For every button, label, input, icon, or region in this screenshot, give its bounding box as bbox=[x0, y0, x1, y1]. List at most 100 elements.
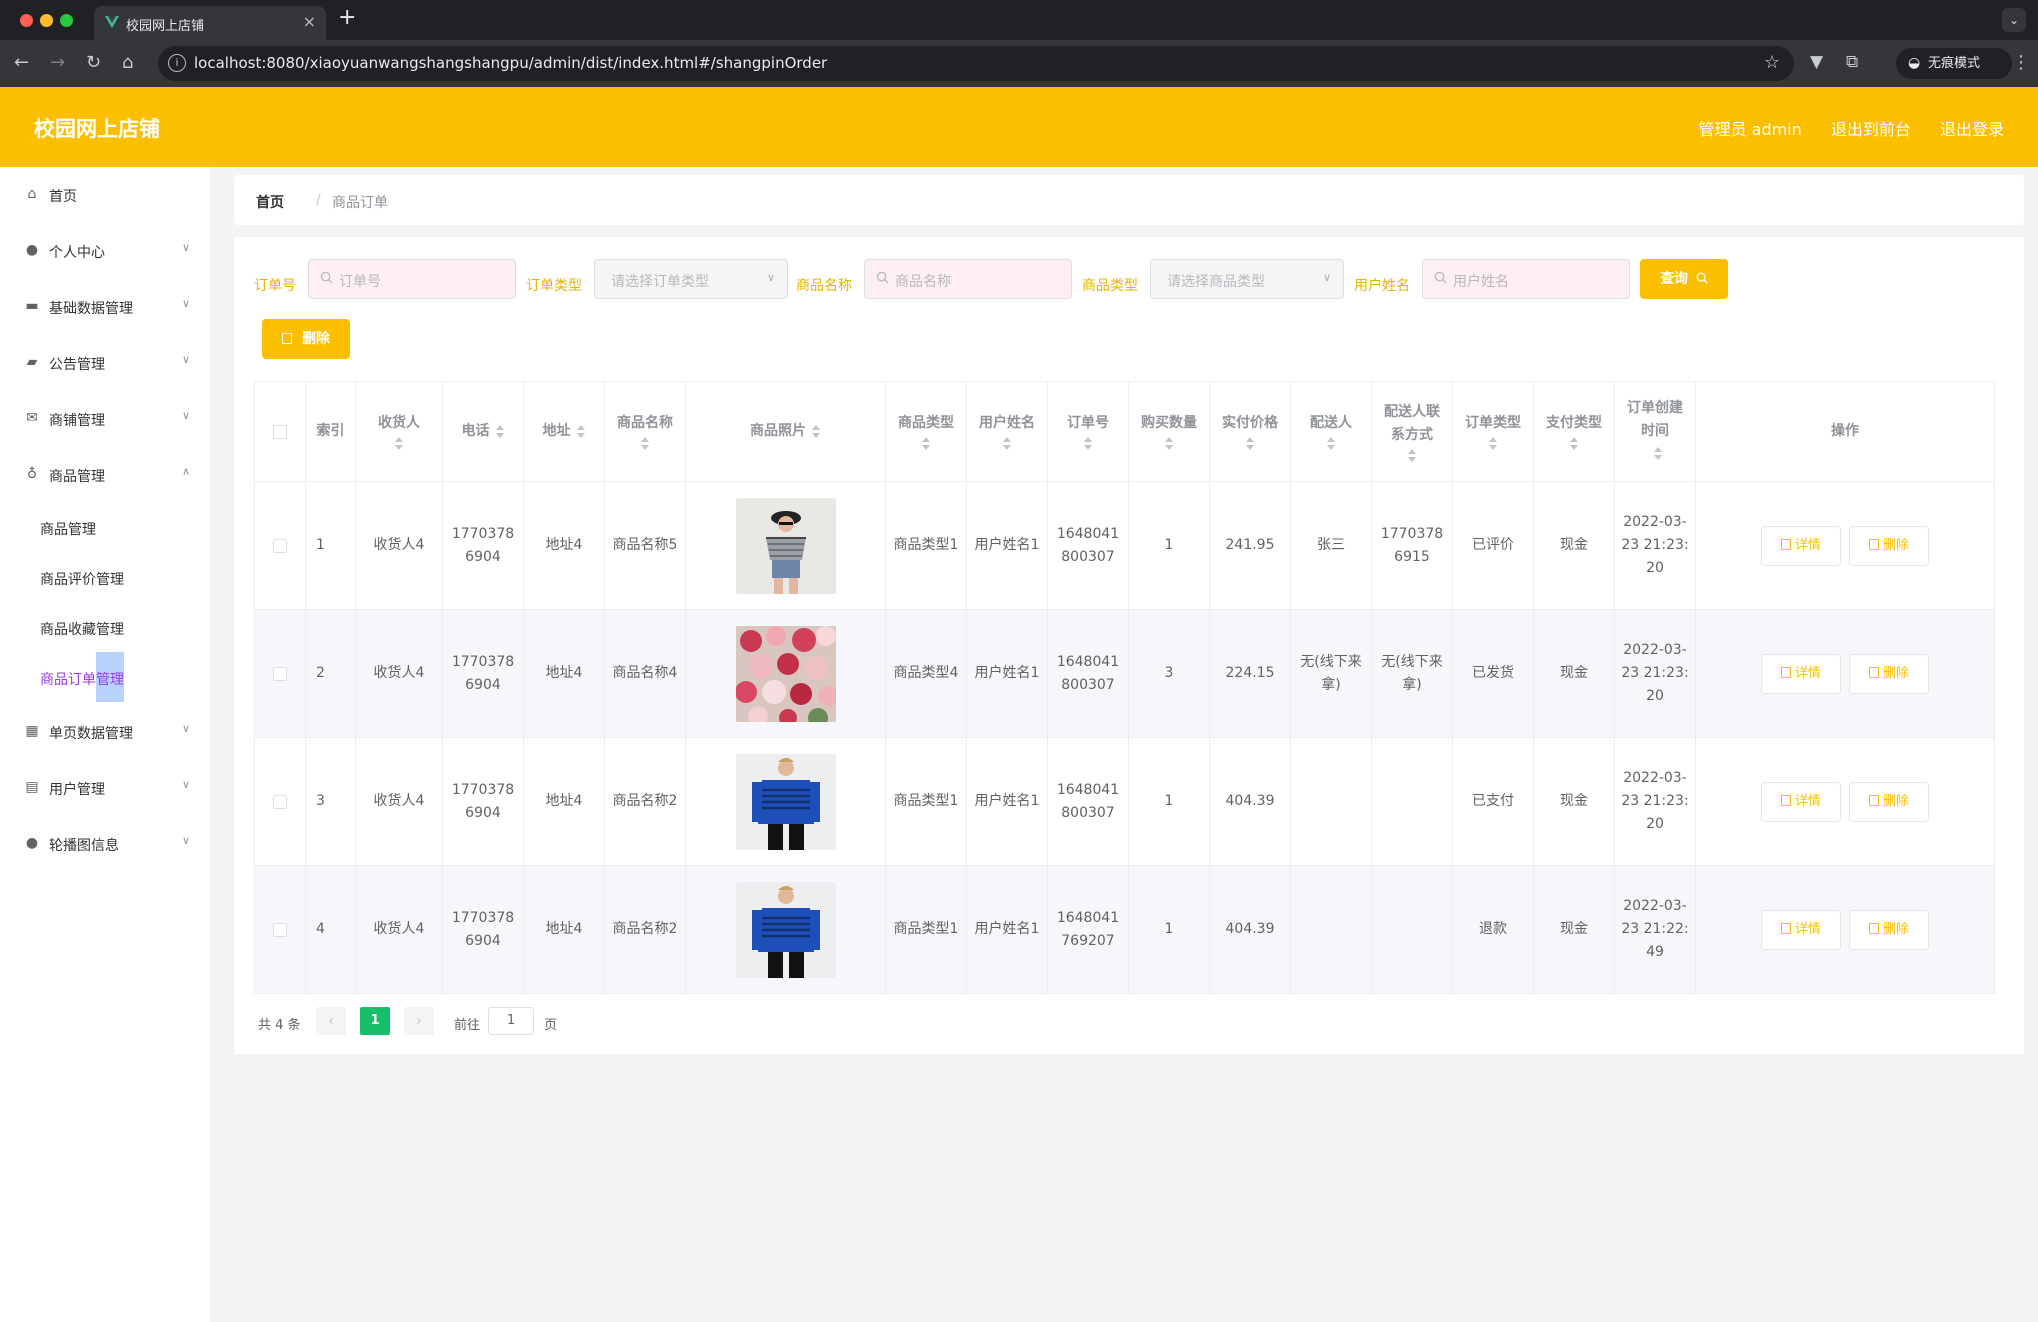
breadcrumb-home[interactable]: 首页 bbox=[256, 192, 284, 212]
current-page-button[interactable]: 1 bbox=[360, 1007, 390, 1035]
sort-icon[interactable] bbox=[921, 437, 931, 451]
sort-icon[interactable] bbox=[1002, 437, 1012, 451]
delete-button[interactable]: 删除 bbox=[1849, 909, 1929, 950]
delete-button[interactable]: 删除 bbox=[1849, 525, 1929, 566]
front-page-link[interactable]: 退出到前台 bbox=[1831, 120, 1911, 139]
bookmark-star-icon[interactable]: ☆ bbox=[1764, 52, 1780, 73]
puzzle-icon[interactable]: ⧉ bbox=[1846, 52, 1858, 72]
header-order-no[interactable]: 订单号 bbox=[1048, 382, 1129, 482]
sort-icon[interactable] bbox=[640, 437, 650, 451]
incognito-badge[interactable]: ◒ 无痕模式 bbox=[1896, 48, 2012, 79]
header-courier-phone[interactable]: 配送人联系方式 bbox=[1372, 382, 1453, 482]
maximize-window-button[interactable] bbox=[60, 14, 73, 27]
cell-value: 2 bbox=[316, 665, 325, 681]
site-info-icon[interactable]: i bbox=[168, 54, 186, 72]
sidebar-subitem-favorite[interactable]: 商品收藏管理 bbox=[0, 603, 210, 653]
cell-order-no: 1648041800307 bbox=[1048, 610, 1129, 738]
forward-icon[interactable]: → bbox=[50, 52, 65, 73]
sidebar-item-notice[interactable]: ▰ 公告管理 ∨ bbox=[0, 335, 210, 391]
detail-button[interactable]: 详情 bbox=[1761, 909, 1841, 950]
sort-icon[interactable] bbox=[812, 424, 821, 439]
order-type-select[interactable]: 请选择订单类型 ∨ bbox=[594, 259, 788, 299]
sort-icon[interactable] bbox=[1488, 437, 1498, 451]
delete-button[interactable]: 删除 bbox=[1849, 653, 1929, 694]
header-photo[interactable]: 商品照片 bbox=[686, 382, 886, 482]
product-name-input[interactable]: 商品名称 bbox=[864, 259, 1072, 299]
sort-icon[interactable] bbox=[1407, 448, 1417, 463]
row-checkbox[interactable] bbox=[273, 538, 287, 553]
sort-icon[interactable] bbox=[495, 424, 505, 439]
header-pay-type[interactable]: 支付类型 bbox=[1534, 382, 1615, 482]
header-order-type[interactable]: 订单类型 bbox=[1453, 382, 1534, 482]
detail-button[interactable]: 详情 bbox=[1761, 781, 1841, 822]
sidebar-item-product[interactable]: ♁ 商品管理 ∧ bbox=[0, 447, 210, 503]
sort-icon[interactable] bbox=[1083, 437, 1093, 451]
close-window-button[interactable] bbox=[20, 14, 33, 27]
sidebar-subitem-product[interactable]: 商品管理 bbox=[0, 503, 210, 553]
row-checkbox[interactable] bbox=[273, 666, 287, 681]
sidebar-item-users[interactable]: ▤ 用户管理 ∨ bbox=[0, 760, 210, 816]
address-bar[interactable]: i localhost:8080/xiaoyuanwangshangshangp… bbox=[158, 46, 1794, 81]
delete-button[interactable]: 删除 bbox=[1849, 781, 1929, 822]
user-name-input[interactable]: 用户姓名 bbox=[1422, 259, 1630, 299]
detail-button[interactable]: 详情 bbox=[1761, 653, 1841, 694]
sidebar-item-home[interactable]: ⌂ 首页 bbox=[0, 167, 210, 223]
sidebar-item-single-page[interactable]: ▦ 单页数据管理 ∨ bbox=[0, 704, 210, 760]
reload-icon[interactable]: ↻ bbox=[86, 52, 101, 73]
detail-button[interactable]: 详情 bbox=[1761, 525, 1841, 566]
browser-menu-icon[interactable]: ⋮ bbox=[2012, 52, 2030, 73]
row-select-cell[interactable] bbox=[255, 610, 306, 738]
row-select-cell[interactable] bbox=[255, 738, 306, 866]
header-address[interactable]: 地址 bbox=[524, 382, 605, 482]
header-receiver[interactable]: 收货人 bbox=[356, 382, 443, 482]
sort-icon[interactable] bbox=[1653, 447, 1663, 461]
sidebar-item-profile[interactable]: ● 个人中心 ∨ bbox=[0, 223, 210, 279]
row-checkbox[interactable] bbox=[273, 794, 287, 809]
sort-icon[interactable] bbox=[1164, 437, 1174, 451]
back-icon[interactable]: ← bbox=[14, 52, 29, 73]
browser-tab[interactable]: 校园网上店铺 × bbox=[94, 6, 326, 40]
tab-close-icon[interactable]: × bbox=[303, 12, 316, 31]
header-phone[interactable]: 电话 bbox=[443, 382, 524, 482]
minimize-window-button[interactable] bbox=[40, 14, 53, 27]
header-created[interactable]: 订单创建时间 bbox=[1615, 382, 1696, 482]
select-all-checkbox[interactable] bbox=[273, 424, 287, 439]
sort-icon[interactable] bbox=[1569, 437, 1579, 451]
home-browser-icon[interactable]: ⌂ bbox=[122, 52, 133, 73]
row-select-cell[interactable] bbox=[255, 866, 306, 994]
logout-link[interactable]: 退出登录 bbox=[1940, 120, 2004, 139]
sort-icon[interactable] bbox=[1326, 437, 1336, 451]
sort-icon[interactable] bbox=[394, 437, 404, 451]
query-button[interactable]: 查询 bbox=[1640, 259, 1728, 299]
sidebar-item-carousel[interactable]: ● 轮播图信息 ∨ bbox=[0, 816, 210, 872]
extension-v-icon[interactable]: ▼ bbox=[1810, 52, 1823, 72]
row-select-cell[interactable] bbox=[255, 482, 306, 610]
cell-phone: 17703786904 bbox=[443, 738, 524, 866]
header-courier[interactable]: 配送人 bbox=[1291, 382, 1372, 482]
product-type-select[interactable]: 请选择商品类型 ∨ bbox=[1150, 259, 1344, 299]
sidebar-item-base-data[interactable]: ▬ 基础数据管理 ∨ bbox=[0, 279, 210, 335]
header-user-name[interactable]: 用户姓名 bbox=[967, 382, 1048, 482]
tab-search-chevron-icon[interactable]: ⌄ bbox=[2002, 8, 2026, 32]
order-no-input[interactable]: 订单号 bbox=[308, 259, 516, 299]
header-qty[interactable]: 购买数量 bbox=[1129, 382, 1210, 482]
next-page-icon[interactable]: › bbox=[404, 1007, 434, 1035]
sort-icon[interactable] bbox=[1245, 437, 1255, 451]
sort-icon[interactable] bbox=[576, 424, 586, 439]
header-product-type[interactable]: 商品类型 bbox=[886, 382, 967, 482]
sidebar-subitem-order[interactable]: 商品订单管理 bbox=[0, 653, 210, 703]
header-product-name[interactable]: 商品名称 bbox=[605, 382, 686, 482]
header-label: 配送人联系方式 bbox=[1384, 403, 1440, 443]
header-select-all[interactable] bbox=[255, 382, 306, 482]
admin-user-label[interactable]: 管理员 admin bbox=[1699, 120, 1802, 139]
header-price[interactable]: 实付价格 bbox=[1210, 382, 1291, 482]
prev-page-icon[interactable]: ‹ bbox=[316, 1007, 346, 1035]
batch-delete-button[interactable]: 删除 bbox=[262, 319, 350, 359]
cell-product-name: 商品名称2 bbox=[605, 866, 686, 994]
cell-value: 商品名称4 bbox=[612, 665, 678, 681]
sidebar-item-shop[interactable]: ✉ 商铺管理 ∨ bbox=[0, 391, 210, 447]
sidebar-subitem-review[interactable]: 商品评价管理 bbox=[0, 553, 210, 603]
new-tab-icon[interactable]: + bbox=[338, 5, 356, 30]
row-checkbox[interactable] bbox=[273, 922, 287, 937]
goto-page-input[interactable]: 1 bbox=[488, 1007, 534, 1035]
